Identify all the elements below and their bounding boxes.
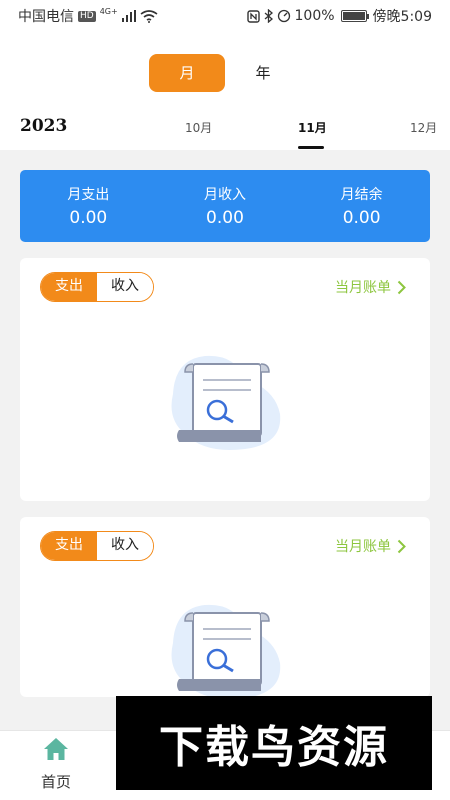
watermark-text: 下载鸟资源 — [159, 722, 389, 773]
month-tab-december[interactable]: 12月 — [410, 119, 437, 136]
summary-income-label: 月收入 — [203, 187, 246, 203]
monthly-bill-label: 当月账单 — [335, 539, 391, 555]
year-label[interactable]: 2023 — [20, 116, 67, 136]
tab-home[interactable]: 首页 — [28, 737, 84, 792]
summary-balance-label: 月结余 — [340, 187, 383, 203]
month-tab-november[interactable]: 11月 — [298, 119, 327, 136]
type-switch: 支出 收入 — [40, 272, 154, 302]
home-icon — [44, 738, 68, 760]
selected-month-indicator — [298, 146, 324, 149]
hd-badge: HD — [78, 10, 96, 22]
signal-icon — [121, 10, 136, 22]
status-left: 中国电信 HD 4G+ — [18, 6, 158, 26]
watermark: 下载鸟资源 — [116, 696, 432, 790]
header: 月 年 2023 10月 11月 12月 — [0, 32, 450, 150]
summary-income: 月收入 0.00 — [204, 184, 246, 228]
empty-document-icon — [171, 604, 281, 697]
battery-percent: 100% — [294, 8, 335, 24]
month-period-button[interactable]: 月 — [149, 54, 225, 92]
expense-tab[interactable]: 支出 — [41, 273, 97, 301]
monthly-bill-label: 当月账单 — [335, 280, 391, 296]
income-tab[interactable]: 收入 — [97, 532, 153, 560]
chevron-right-icon — [397, 539, 406, 553]
summary-income-value: 0.00 — [206, 208, 244, 228]
year-period-button[interactable]: 年 — [225, 54, 301, 92]
summary-balance-value: 0.00 — [342, 208, 381, 228]
summary-expense-label: 月支出 — [67, 187, 110, 203]
bill-card: 支出 收入 当月账单 — [20, 517, 430, 697]
network-type: 4G+ — [99, 6, 118, 16]
summary-expense-value: 0.00 — [69, 208, 108, 228]
type-switch: 支出 收入 — [40, 531, 154, 561]
period-toggle: 月 年 — [149, 54, 301, 92]
month-tab-october[interactable]: 10月 — [185, 119, 212, 136]
monthly-bill-link[interactable]: 当月账单 — [335, 277, 406, 297]
summary-balance: 月结余 0.00 — [341, 184, 383, 228]
tab-home-label: 首页 — [40, 773, 71, 791]
bluetooth-icon — [264, 9, 273, 23]
monthly-bill-link[interactable]: 当月账单 — [335, 536, 406, 556]
bill-card: 支出 收入 当月账单 — [20, 258, 430, 501]
carrier-label: 中国电信 — [18, 9, 74, 25]
chevron-right-icon — [397, 280, 406, 294]
summary-expense: 月支出 0.00 — [67, 184, 109, 228]
battery-icon — [340, 10, 369, 22]
expense-tab[interactable]: 支出 — [41, 532, 97, 560]
status-right: 100% 傍晚5:09 — [246, 6, 432, 26]
wifi-icon — [140, 9, 158, 23]
monthly-summary: 月支出 0.00 月收入 0.00 月结余 0.00 — [20, 170, 430, 242]
empty-document-icon — [171, 355, 281, 450]
income-tab[interactable]: 收入 — [97, 273, 153, 301]
speed-icon — [277, 9, 290, 23]
status-bar: 中国电信 HD 4G+ 100% 傍晚5:09 — [0, 0, 450, 32]
nfc-icon — [246, 9, 260, 23]
clock: 傍晚5:09 — [372, 9, 432, 25]
